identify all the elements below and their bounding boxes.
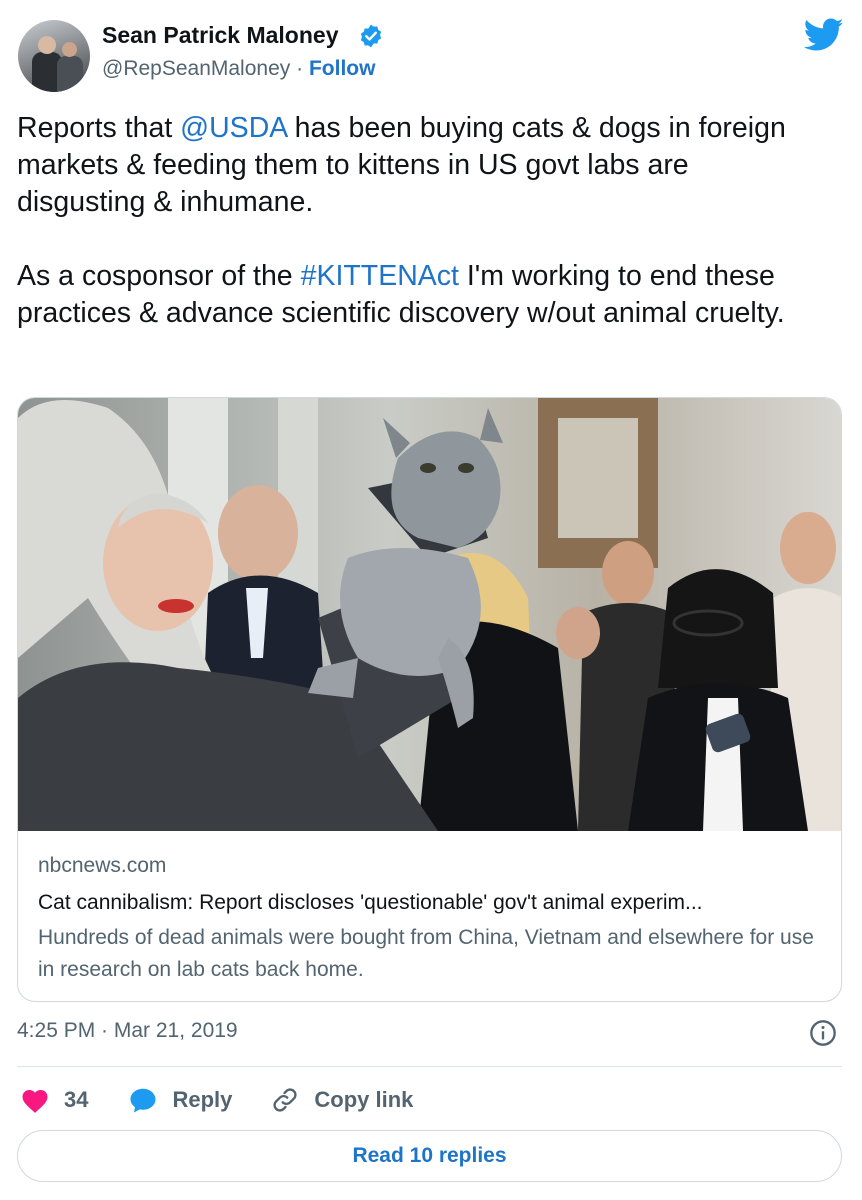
kittenact-hashtag-link[interactable]: #KITTENAct [301,260,459,292]
tweet-actions: 34 Reply Copy link [20,1080,413,1120]
speech-bubble-icon [130,1088,156,1113]
link-preview-card[interactable]: nbcnews.com Cat cannibalism: Report disc… [17,397,842,1002]
copy-link-button[interactable]: Copy link [270,1086,413,1114]
card-image [18,398,841,831]
tweet-paragraph-2: As a cosponsor of the #KITTENAct I'm wor… [17,258,817,332]
avatar-figure-2-head [62,42,77,57]
verified-badge-icon [360,24,382,48]
follow-button[interactable]: Follow [309,57,376,80]
like-count: 34 [64,1087,89,1112]
avatar-figure-head [38,36,56,54]
author-avatar[interactable] [18,20,90,92]
heart-icon [22,1090,48,1113]
tweet-text-segment: Reports that [17,112,181,144]
link-icon [273,1088,297,1112]
divider [17,1066,842,1067]
author-name[interactable]: Sean Patrick Maloney [102,22,339,49]
card-domain: nbcnews.com [38,854,167,877]
author-handle-row: @RepSeanMaloney · Follow [102,57,375,81]
tweet-timestamp[interactable]: 4:25 PM · Mar 21, 2019 [17,1019,238,1043]
tweet-paragraph-1: Reports that @USDA has been buying cats … [17,110,817,221]
copy-link-label: Copy link [314,1087,414,1112]
twitter-bird-icon[interactable] [804,18,844,52]
handle-separator: · [296,57,304,80]
usda-mention-link[interactable]: @USDA [180,112,287,144]
card-title[interactable]: Cat cannibalism: Report discloses 'quest… [38,888,828,918]
info-icon[interactable] [809,1019,837,1047]
tweet-text-segment: As a cosponsor of the [17,260,301,292]
author-handle[interactable]: @RepSeanMaloney [102,57,290,80]
like-button[interactable]: 34 [20,1086,88,1114]
avatar-figure-2 [57,56,83,92]
card-description: Hundreds of dead animals were bought fro… [38,926,814,981]
reply-label: Reply [172,1087,233,1112]
card-meta: nbcnews.com Cat cannibalism: Report disc… [38,852,828,986]
read-replies-button[interactable]: Read 10 replies [17,1130,842,1182]
tweet-text: Reports that @USDA has been buying cats … [17,110,817,332]
reply-button[interactable]: Reply [128,1086,232,1114]
